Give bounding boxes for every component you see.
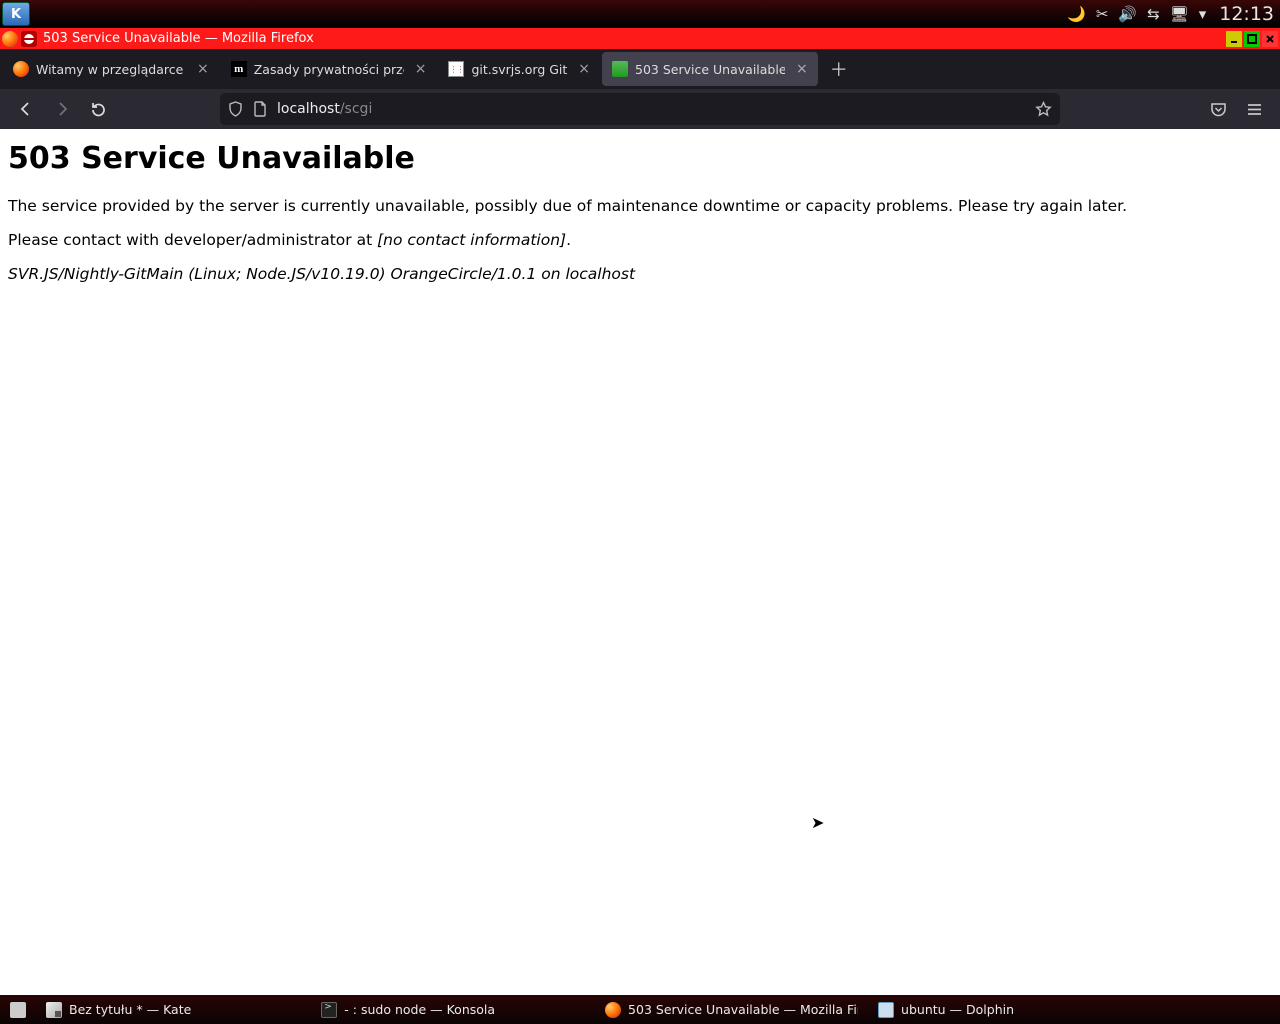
tab-503[interactable]: 503 Service Unavailable × [602, 52, 818, 86]
tab-label: Witamy w przeglądarce Fire [36, 62, 186, 77]
night-mode-icon[interactable]: 🌙 [1067, 5, 1086, 23]
dolphin-icon [878, 1002, 894, 1018]
server-signature: SVR.JS/Nightly-GitMain (Linux; Node.JS/v… [8, 264, 1272, 284]
task-dolphin[interactable]: ubuntu — Dolphin [868, 995, 1024, 1024]
tab-label: git.svrjs.org Git [471, 62, 567, 77]
window-close-button[interactable] [1262, 31, 1278, 47]
display-icon[interactable]: 🖥 [1170, 5, 1189, 23]
close-tab-icon[interactable]: × [796, 61, 808, 77]
desktop-top-panel: K 🌙 ✂ 🔊 ⇆ 🖥 ▾ 12:13 [0, 0, 1280, 28]
pocket-icon[interactable] [1204, 95, 1232, 123]
clock[interactable]: 12:13 [1219, 3, 1274, 25]
volume-icon[interactable]: 🔊 [1118, 5, 1137, 23]
tab-privacy[interactable]: m Zasady prywatności przeglą × [221, 52, 437, 86]
network-icon[interactable]: ⇆ [1147, 5, 1160, 23]
window-maximize-button[interactable] [1244, 31, 1260, 47]
tab-label: 503 Service Unavailable [635, 62, 785, 77]
contact-info: [no contact information] [377, 231, 566, 249]
contact-pre: Please contact with developer/administra… [8, 231, 377, 249]
scissors-icon[interactable]: ✂ [1096, 5, 1109, 23]
url-bar[interactable]: localhost/scgi [220, 93, 1060, 125]
task-kate[interactable]: Bez tytułu * — Kate [36, 995, 201, 1024]
window-minimize-button[interactable] [1226, 31, 1242, 47]
reload-button[interactable] [84, 95, 112, 123]
svrjs-favicon-icon [612, 61, 628, 77]
shield-icon[interactable] [228, 101, 243, 117]
close-tab-icon[interactable]: × [415, 61, 427, 77]
bookmark-star-icon[interactable] [1035, 101, 1052, 118]
firefox-favicon-icon [13, 61, 29, 77]
mozilla-favicon-icon: m [231, 61, 247, 77]
git-favicon-icon [448, 61, 464, 77]
task-konsole[interactable]: - : sudo node — Konsola [311, 995, 505, 1024]
kate-icon [46, 1002, 62, 1018]
terminal-icon [321, 1002, 337, 1018]
forward-button[interactable] [48, 95, 76, 123]
task-label: ubuntu — Dolphin [901, 1002, 1014, 1017]
close-tab-icon[interactable]: × [197, 61, 209, 77]
url-host: localhost [277, 101, 340, 117]
error-heading: 503 Service Unavailable [8, 141, 1272, 176]
firefox-icon [605, 1002, 621, 1018]
kde-launcher-button[interactable]: K [2, 2, 30, 26]
task-firefox[interactable]: 503 Service Unavailable — Mozilla Fir… [595, 995, 868, 1024]
browser-tab-strip: Witamy w przeglądarce Fire × m Zasady pr… [0, 49, 1280, 89]
page-icon [253, 101, 267, 117]
back-button[interactable] [12, 95, 40, 123]
url-text: localhost/scgi [277, 101, 372, 117]
show-desktop-button[interactable] [0, 995, 36, 1024]
task-label: - : sudo node — Konsola [344, 1002, 495, 1017]
tab-git[interactable]: git.svrjs.org Git × [438, 52, 600, 86]
page-content: 503 Service Unavailable The service prov… [0, 129, 1280, 995]
task-label: 503 Service Unavailable — Mozilla Fir… [628, 1002, 858, 1017]
hamburger-menu-icon[interactable] [1240, 95, 1268, 123]
window-titlebar[interactable]: 503 Service Unavailable — Mozilla Firefo… [0, 28, 1280, 49]
tab-welcome[interactable]: Witamy w przeglądarce Fire × [3, 52, 219, 86]
error-contact: Please contact with developer/administra… [8, 230, 1272, 250]
chevron-down-icon[interactable]: ▾ [1199, 5, 1207, 23]
browser-navbar: localhost/scgi [0, 89, 1280, 129]
desktop-icon [10, 1002, 26, 1018]
error-description: The service provided by the server is cu… [8, 196, 1272, 216]
contact-post: . [566, 231, 571, 249]
url-path: /scgi [340, 101, 372, 117]
close-tab-icon[interactable]: × [578, 61, 590, 77]
adblock-icon [21, 31, 37, 47]
task-label: Bez tytułu * — Kate [69, 1002, 191, 1017]
kde-glyph: K [11, 7, 21, 22]
desktop-taskbar: Bez tytułu * — Kate - : sudo node — Kons… [0, 995, 1280, 1024]
window-title: 503 Service Unavailable — Mozilla Firefo… [43, 31, 314, 46]
tab-label: Zasady prywatności przeglą [254, 62, 404, 77]
firefox-icon [2, 31, 18, 47]
new-tab-button[interactable]: ＋ [825, 55, 853, 83]
